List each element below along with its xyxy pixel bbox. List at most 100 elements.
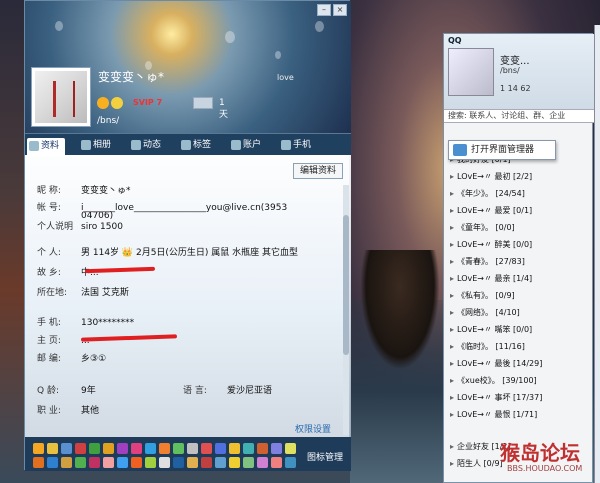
service-icon[interactable] bbox=[271, 457, 282, 468]
field-value: 法国 艾克斯 bbox=[81, 288, 129, 298]
service-icon[interactable] bbox=[103, 457, 114, 468]
list-item[interactable]: ▸ LOvE→〃 最初 [2/2] bbox=[450, 171, 532, 182]
service-icon[interactable] bbox=[215, 443, 226, 454]
service-icon[interactable] bbox=[159, 443, 170, 454]
service-icon[interactable] bbox=[103, 443, 114, 454]
list-item[interactable]: ▸ LOvE→〃 最爱 [0/1] bbox=[450, 205, 532, 216]
svip-badge[interactable]: SVIP 7 bbox=[133, 97, 177, 109]
group-label: 《临时》。 [11/16] bbox=[457, 342, 525, 351]
list-item[interactable]: ▸ 《年少》。 [24/54] bbox=[450, 188, 525, 199]
sun-icon[interactable] bbox=[97, 97, 109, 109]
icon-manager-button[interactable]: 图标管理 bbox=[307, 450, 343, 463]
list-item[interactable]: ▸ LOvE→〃 最後 [14/29] bbox=[450, 358, 542, 369]
list-item[interactable]: ▸ LOvE→〃 最亲 [1/4] bbox=[450, 273, 532, 284]
service-icon[interactable] bbox=[145, 443, 156, 454]
list-item[interactable]: ▸ LOvE→〃 最恨 [1/71] bbox=[450, 409, 537, 420]
list-item[interactable]: ▸ 陌生人 [0/9] bbox=[450, 458, 503, 469]
group-label: LOvE→〃 嘴笨 [0/0] bbox=[457, 325, 533, 334]
avatar[interactable] bbox=[31, 67, 91, 127]
service-icon[interactable] bbox=[201, 443, 212, 454]
service-icon[interactable] bbox=[187, 443, 198, 454]
group-label: 陌生人 [0/9] bbox=[457, 459, 503, 468]
service-icon[interactable] bbox=[131, 457, 142, 468]
service-icon[interactable] bbox=[33, 443, 44, 454]
qq-status-counts[interactable]: 1 14 62 bbox=[500, 84, 531, 93]
tab-label: 资料 bbox=[41, 141, 60, 151]
tab-label: 标签 bbox=[193, 140, 212, 150]
profile-banner: – × 变变变丶ゅ* love SVIP 7 1天 /bns/ bbox=[25, 1, 351, 133]
edit-profile-button[interactable]: 编辑资料 bbox=[293, 163, 343, 179]
tab-mobile[interactable]: 手机 bbox=[279, 137, 311, 153]
tab-album[interactable]: 相册 bbox=[79, 137, 111, 153]
wallpaper-tree bbox=[360, 250, 440, 370]
list-item[interactable]: ▸ 《网络》。 [4/10] bbox=[450, 307, 520, 318]
service-icon[interactable] bbox=[285, 457, 296, 468]
service-icon[interactable] bbox=[159, 457, 170, 468]
field-key: 个人说明 bbox=[37, 222, 74, 232]
scrollbar-thumb[interactable] bbox=[343, 215, 349, 355]
qq-avatar[interactable] bbox=[448, 48, 494, 96]
minimize-button[interactable]: – bbox=[317, 4, 331, 16]
service-icon[interactable] bbox=[89, 457, 100, 468]
plus-icon bbox=[453, 144, 467, 156]
list-item[interactable]: ▸ 《临时》。 [11/16] bbox=[450, 341, 525, 352]
service-icon[interactable] bbox=[215, 457, 226, 468]
service-icon[interactable] bbox=[33, 457, 44, 468]
service-icon[interactable] bbox=[61, 443, 72, 454]
service-icon[interactable] bbox=[243, 457, 254, 468]
service-icon[interactable] bbox=[201, 457, 212, 468]
service-icon[interactable] bbox=[285, 443, 296, 454]
scrollbar[interactable] bbox=[343, 185, 349, 435]
tab-info[interactable]: 资料 bbox=[27, 138, 66, 156]
service-icon[interactable] bbox=[117, 443, 128, 454]
list-item[interactable]: ▸ 《私有》。 [0/9] bbox=[450, 290, 515, 301]
field-value: 乡③① bbox=[81, 354, 107, 364]
service-icon[interactable] bbox=[243, 443, 254, 454]
field-value: 130******** bbox=[81, 318, 135, 328]
service-icon[interactable] bbox=[229, 443, 240, 454]
field-value: siro 1500 bbox=[81, 222, 123, 232]
permission-settings-link[interactable]: 权限设置 bbox=[295, 422, 331, 435]
redaction-scribble bbox=[80, 334, 178, 342]
service-icon[interactable] bbox=[117, 457, 128, 468]
bookmark-icon bbox=[181, 140, 191, 150]
close-button[interactable]: × bbox=[333, 4, 347, 16]
field-key: 职 业: bbox=[37, 406, 61, 416]
group-label: LOvE→〃 最後 [14/29] bbox=[457, 359, 543, 368]
qq-signature[interactable]: /bns/ bbox=[500, 66, 520, 75]
service-icon[interactable] bbox=[145, 457, 156, 468]
service-icon[interactable] bbox=[47, 457, 58, 468]
service-icon[interactable] bbox=[173, 457, 184, 468]
tab-tags[interactable]: 标签 bbox=[179, 137, 211, 153]
field-language: 语 言: 爱沙尼亚语 bbox=[183, 383, 272, 396]
field-key: 主 页: bbox=[37, 336, 61, 346]
service-icon[interactable] bbox=[47, 443, 58, 454]
service-icon[interactable] bbox=[271, 443, 282, 454]
list-item[interactable]: ▸ 《青春》。 [27/83] bbox=[450, 256, 525, 267]
tab-feed[interactable]: 动态 bbox=[129, 137, 161, 153]
service-icon[interactable] bbox=[229, 457, 240, 468]
field-qq-age: Q 龄: 9年 bbox=[37, 383, 96, 396]
moon-icon[interactable] bbox=[111, 97, 123, 109]
service-icon[interactable] bbox=[61, 457, 72, 468]
interface-manager-popup[interactable]: 打开界面管理器 bbox=[448, 140, 556, 160]
field-key: 手 机: bbox=[37, 318, 61, 328]
tab-account[interactable]: 账户 bbox=[229, 137, 261, 153]
service-icon[interactable] bbox=[187, 457, 198, 468]
group-label: 《年少》。 [24/54] bbox=[457, 189, 525, 198]
level-icon[interactable] bbox=[193, 97, 213, 109]
service-icon[interactable] bbox=[173, 443, 184, 454]
list-item[interactable]: ▸ 《xue校》。 [39/100] bbox=[450, 375, 537, 386]
chevron-right-icon: ▸ bbox=[450, 206, 455, 215]
service-icon[interactable] bbox=[131, 443, 142, 454]
list-item[interactable]: ▸ LOvE→〃 醉美 [0/0] bbox=[450, 239, 532, 250]
list-item[interactable]: ▸ 《童年》。 [0/0] bbox=[450, 222, 515, 233]
service-icon[interactable] bbox=[257, 443, 268, 454]
list-item[interactable]: ▸ LOvE→〃 嘴笨 [0/0] bbox=[450, 324, 532, 335]
service-icon[interactable] bbox=[89, 443, 100, 454]
service-icon[interactable] bbox=[257, 457, 268, 468]
service-icon[interactable] bbox=[75, 443, 86, 454]
list-item[interactable]: ▸ LOvE→〃 事坏 [17/37] bbox=[450, 392, 542, 403]
qq-search-input[interactable]: 搜索: 联系人、讨论组、群、企业 bbox=[444, 109, 594, 123]
service-icon[interactable] bbox=[75, 457, 86, 468]
